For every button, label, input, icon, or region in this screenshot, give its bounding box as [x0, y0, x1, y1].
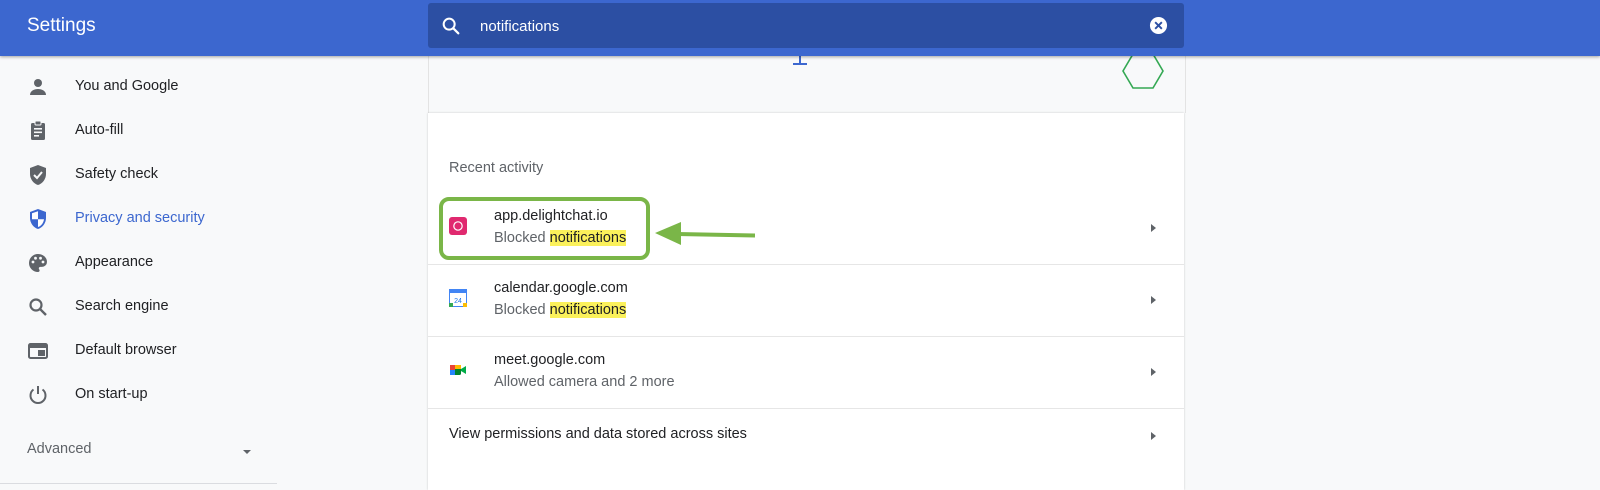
sidebar-item-label: Privacy and security: [75, 210, 205, 226]
google-calendar-icon: 24: [449, 289, 467, 307]
partial-illustration-area: [428, 56, 1186, 113]
sidebar-item-label: Safety check: [75, 166, 159, 182]
search-icon: [29, 298, 47, 316]
sidebar-divider: [0, 483, 277, 484]
sidebar-item-label: Auto-fill: [75, 122, 124, 138]
sidebar-item-appearance[interactable]: Appearance: [0, 241, 277, 285]
browser-window-icon: [28, 343, 48, 359]
view-permissions-label: View permissions and data stored across …: [449, 426, 747, 442]
app-title: Settings: [27, 15, 96, 36]
clear-search-icon[interactable]: [1149, 16, 1168, 35]
power-icon: [29, 386, 47, 404]
svg-text:24: 24: [454, 298, 462, 305]
site-row-google-meet[interactable]: meet.google.com Allowed camera and 2 mor…: [428, 336, 1184, 409]
site-description: Blocked notifications: [494, 302, 627, 318]
site-name: calendar.google.com: [494, 280, 628, 296]
shield-half-icon: [30, 209, 46, 229]
search-box[interactable]: [428, 3, 1184, 48]
site-row-google-calendar[interactable]: 24 calendar.google.com Blocked notificat…: [428, 264, 1184, 337]
illustration-hexagon-icon: [1122, 56, 1164, 89]
annotation-highlight-box: [439, 197, 650, 260]
sidebar-item-default-browser[interactable]: Default browser: [0, 329, 277, 373]
clipboard-icon: [31, 120, 45, 140]
arrow-right-icon: [1151, 296, 1156, 304]
search-input[interactable]: [478, 12, 1122, 40]
google-meet-icon: [450, 365, 466, 375]
annotation-arrow-icon: [655, 222, 755, 245]
sidebar-item-safety-check[interactable]: Safety check: [0, 153, 277, 197]
sidebar-item-label: On start-up: [75, 386, 148, 402]
sidebar-item-label: Search engine: [75, 298, 169, 314]
section-title: Recent activity: [449, 160, 544, 176]
arrow-right-icon: [1151, 368, 1156, 376]
view-permissions-link[interactable]: View permissions and data stored across …: [428, 409, 1184, 463]
sidebar-item-privacy-and-security[interactable]: Privacy and security: [0, 197, 277, 241]
sidebar: You and Google Auto-fill Safety check Pr…: [0, 56, 277, 490]
sidebar-item-label: You and Google: [75, 78, 179, 94]
advanced-section-toggle[interactable]: Advanced: [0, 430, 277, 470]
sidebar-item-search-engine[interactable]: Search engine: [0, 285, 277, 329]
top-toolbar: Settings: [0, 0, 1600, 56]
advanced-label: Advanced: [27, 441, 92, 457]
sidebar-item-label: Appearance: [75, 254, 154, 270]
person-icon: [30, 79, 46, 95]
sidebar-item-auto-fill[interactable]: Auto-fill: [0, 109, 277, 153]
illustration-stem-icon: [793, 56, 807, 65]
site-name: meet.google.com: [494, 352, 606, 368]
sidebar-item-on-start-up[interactable]: On start-up: [0, 373, 277, 417]
arrow-right-icon: [1151, 224, 1156, 232]
shield-check-icon: [30, 165, 46, 185]
search-icon: [442, 17, 460, 35]
arrow-right-icon: [1151, 432, 1156, 440]
search-highlight: notifications: [549, 302, 627, 318]
caret-down-icon: [243, 450, 251, 454]
sidebar-item-label: Default browser: [75, 342, 177, 358]
sidebar-item-you-and-google[interactable]: You and Google: [0, 65, 277, 109]
recent-activity-card: Recent activity app.delightchat.io Block…: [428, 113, 1184, 490]
palette-icon: [29, 254, 47, 272]
site-description: Allowed camera and 2 more: [494, 374, 675, 390]
